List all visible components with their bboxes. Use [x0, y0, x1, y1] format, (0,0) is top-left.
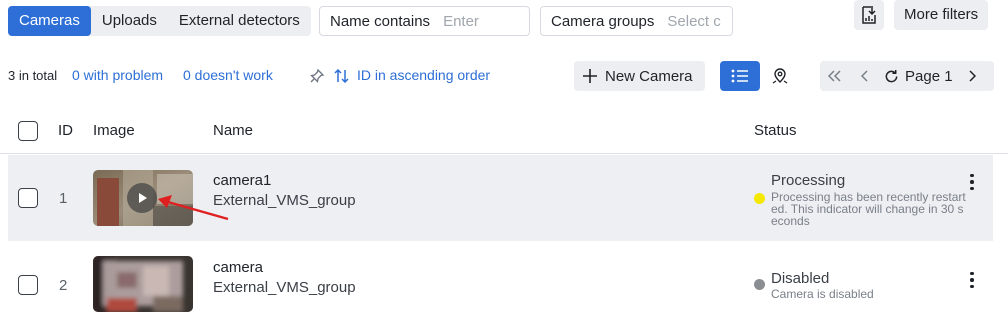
export-button[interactable] — [854, 0, 884, 30]
plus-icon — [583, 69, 597, 83]
source-tabs: Cameras Uploads External detectors — [8, 6, 311, 36]
list-view-button[interactable] — [720, 61, 760, 91]
name-contains-input[interactable]: Enter — [443, 13, 479, 30]
new-camera-button[interactable]: New Camera — [574, 61, 705, 91]
header-id[interactable]: ID — [58, 122, 73, 139]
camera-id: 1 — [59, 190, 68, 207]
name-contains-filter[interactable]: Name contains Enter — [319, 6, 530, 36]
status-title: Processing — [771, 172, 846, 189]
status-description: Camera is disabled — [771, 287, 874, 301]
sort-order-link[interactable]: ID in ascending order — [357, 67, 490, 83]
status-title: Disabled — [771, 270, 830, 287]
table-row[interactable]: 2 camera External_VMS_group Disabled Cam… — [8, 241, 993, 323]
status-indicator — [754, 279, 765, 290]
status-indicator — [754, 193, 765, 204]
first-page-button[interactable] — [820, 61, 850, 91]
tab-uploads[interactable]: Uploads — [91, 6, 168, 36]
name-contains-label: Name contains — [330, 12, 431, 30]
refresh-page-button[interactable]: Page 1 — [880, 68, 957, 85]
camera-groups-label: Camera groups — [551, 12, 655, 30]
double-chevron-left-icon — [828, 70, 841, 82]
camera-name[interactable]: camera — [213, 259, 263, 276]
tab-cameras[interactable]: Cameras — [8, 6, 91, 36]
list-view-icon — [731, 69, 748, 83]
pin-icon[interactable] — [309, 68, 325, 84]
next-page-button[interactable] — [957, 61, 987, 91]
camera-name[interactable]: camera1 — [213, 172, 271, 189]
refresh-icon — [885, 69, 898, 82]
select-all-checkbox[interactable] — [18, 121, 38, 141]
prev-page-button[interactable] — [850, 61, 880, 91]
row-checkbox[interactable] — [18, 275, 38, 295]
camera-groups-select[interactable]: Select c... — [667, 13, 722, 30]
camera-group: External_VMS_group — [213, 279, 356, 296]
camera-groups-filter[interactable]: Camera groups Select c... — [540, 6, 733, 36]
row-menu-icon[interactable] — [962, 170, 982, 194]
tab-external-detectors[interactable]: External detectors — [168, 6, 311, 36]
header-status[interactable]: Status — [754, 122, 797, 139]
chevron-right-icon — [969, 70, 976, 82]
chevron-left-icon — [861, 70, 868, 82]
pagination: Page 1 — [820, 61, 994, 91]
map-pin-icon — [772, 68, 788, 84]
sort-arrows-icon[interactable] — [334, 68, 350, 84]
with-problem-link[interactable]: 0 with problem — [72, 67, 163, 83]
new-camera-label: New Camera — [605, 67, 693, 85]
camera-preview-image — [93, 256, 193, 312]
status-description: Processing has been recently restarted. … — [771, 190, 966, 228]
annotation-arrow-icon — [158, 195, 229, 221]
camera-thumbnail[interactable] — [93, 256, 193, 312]
header-name[interactable]: Name — [213, 122, 253, 139]
row-menu-icon[interactable] — [962, 268, 982, 292]
page-label: Page 1 — [905, 67, 953, 85]
download-report-icon — [862, 6, 876, 24]
total-count: 3 in total — [8, 68, 58, 83]
more-filters-button[interactable]: More filters — [894, 0, 989, 30]
camera-id: 2 — [59, 277, 68, 294]
map-view-button[interactable] — [760, 61, 800, 91]
table-header: ID Image Name Status — [0, 108, 1008, 154]
not-working-link[interactable]: 0 doesn't work — [183, 67, 273, 83]
header-image: Image — [93, 122, 135, 139]
row-checkbox[interactable] — [18, 188, 38, 208]
